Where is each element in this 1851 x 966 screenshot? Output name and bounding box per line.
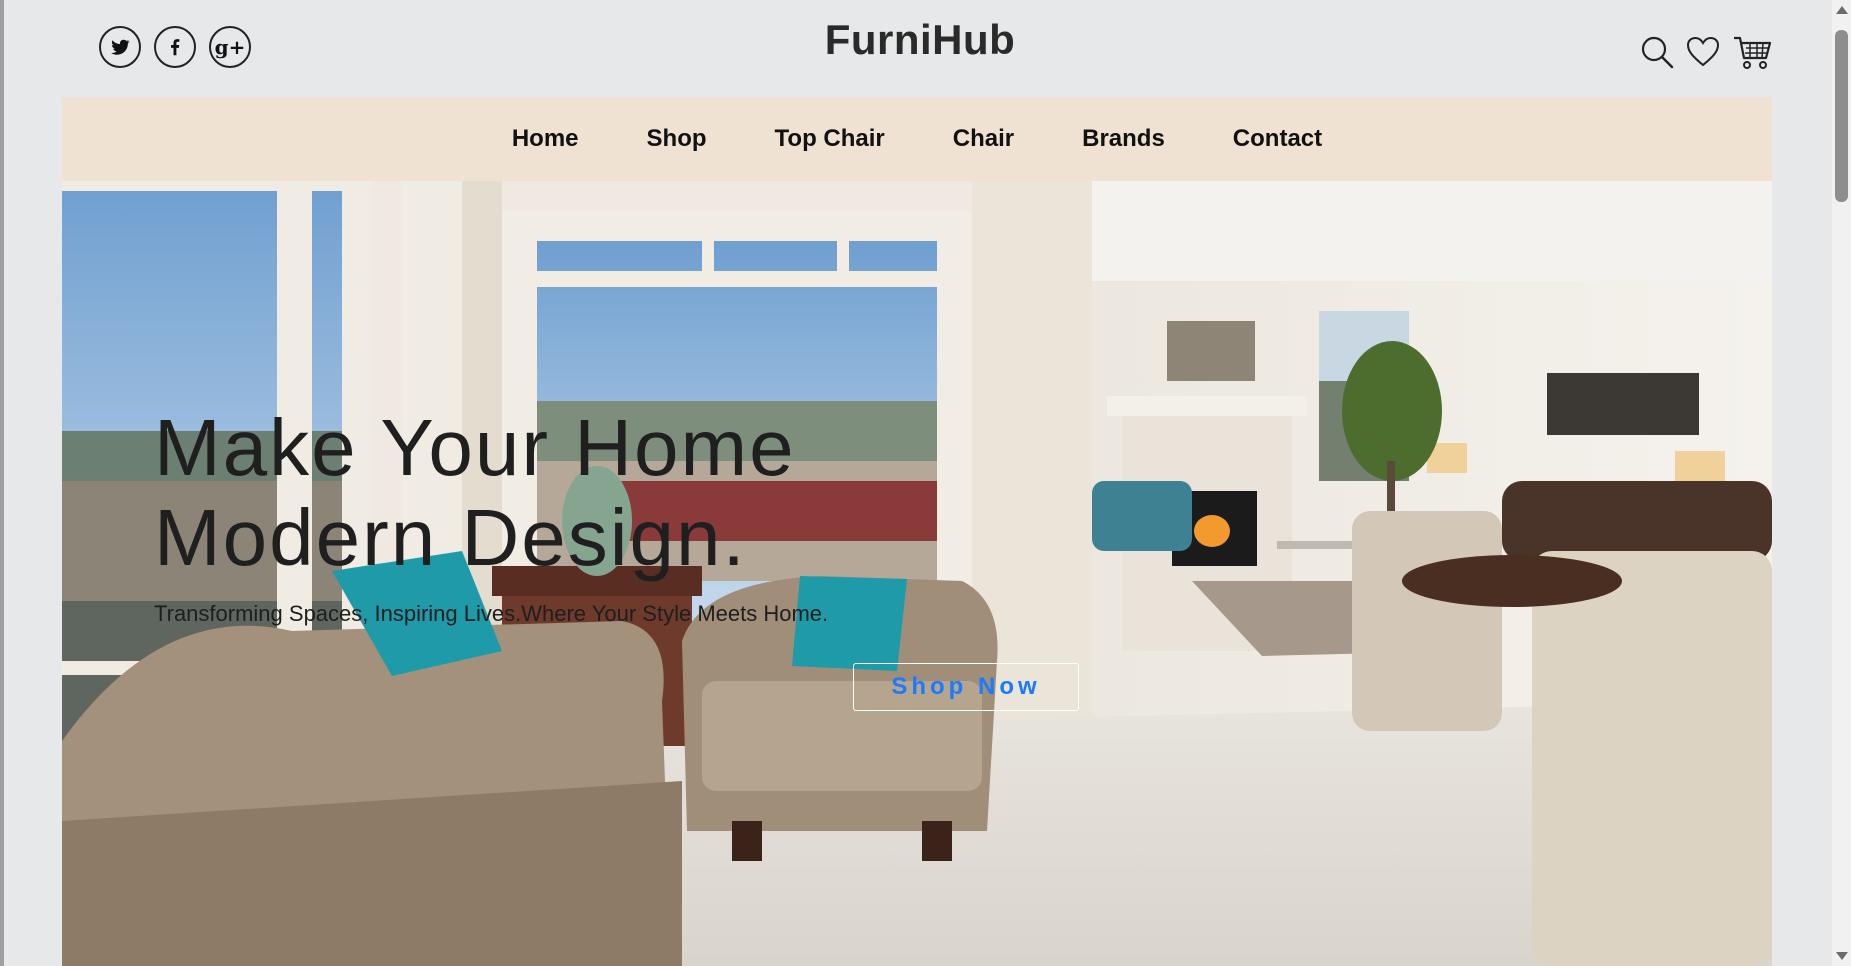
nav-item-top-chair[interactable]: Top Chair: [775, 125, 885, 153]
scrollbar[interactable]: [1832, 0, 1851, 966]
main-nav: Home Shop Top Chair Chair Brands Contact: [62, 97, 1772, 181]
hero-banner: Make Your Home Modern Design. Transformi…: [62, 181, 1772, 966]
scroll-thumb[interactable]: [1835, 30, 1848, 202]
scroll-down-arrow-icon[interactable]: [1836, 952, 1848, 960]
hero-subtitle: Transforming Spaces, Inspiring Lives.Whe…: [154, 601, 829, 626]
search-icon[interactable]: [1640, 35, 1674, 69]
hero-title-line-1: Make Your Home: [154, 403, 796, 492]
nav-item-chair[interactable]: Chair: [953, 125, 1014, 153]
site-logo[interactable]: FurniHub: [4, 16, 1836, 64]
shop-now-button[interactable]: Shop Now: [853, 663, 1079, 711]
hero-title-line-2: Modern Design.: [154, 493, 747, 582]
cart-icon[interactable]: [1732, 34, 1772, 70]
hero-title: Make Your Home Modern Design.: [154, 403, 1054, 583]
nav-item-contact[interactable]: Contact: [1233, 125, 1322, 153]
nav-item-home[interactable]: Home: [512, 125, 579, 153]
page: g+ FurniHub Home Shop Top Chair Chair Br…: [0, 0, 1832, 966]
header-tools: [1640, 34, 1772, 70]
nav-item-shop[interactable]: Shop: [647, 125, 707, 153]
heart-icon[interactable]: [1686, 36, 1720, 68]
nav-item-brands[interactable]: Brands: [1082, 125, 1165, 153]
scroll-up-arrow-icon[interactable]: [1836, 6, 1848, 14]
